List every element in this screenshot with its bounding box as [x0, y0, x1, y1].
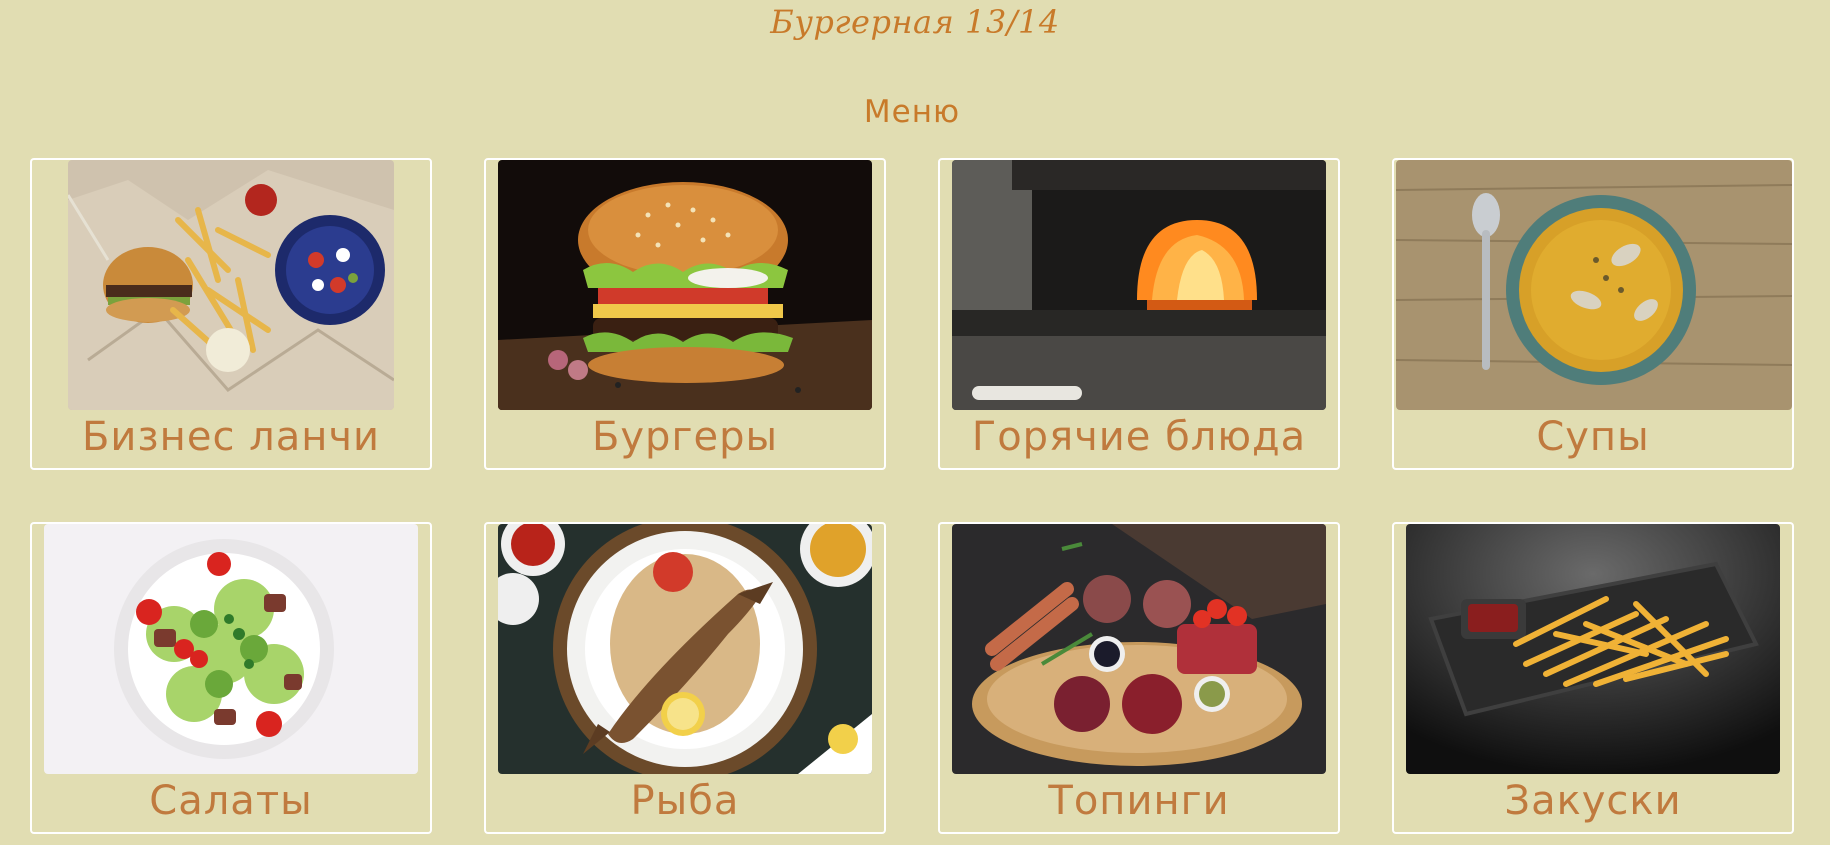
- business-lunch-photo: [68, 160, 394, 410]
- fish-photo: [498, 524, 872, 774]
- toppings-meat-photo: [952, 524, 1326, 774]
- category-label: Топинги: [1048, 778, 1230, 824]
- salad-photo: [44, 524, 418, 774]
- menu-heading: Меню: [863, 94, 961, 130]
- category-card-snacks[interactable]: Закуски: [1392, 522, 1794, 834]
- category-card-toppings[interactable]: Топинги: [938, 522, 1340, 834]
- category-label: Салаты: [149, 778, 313, 824]
- category-card-business-lunch[interactable]: Бизнес ланчи: [30, 158, 432, 470]
- category-label: Супы: [1536, 414, 1650, 460]
- category-card-hot-dishes[interactable]: Горячие блюда: [938, 158, 1340, 470]
- category-card-salads[interactable]: Салаты: [30, 522, 432, 834]
- category-label: Бизнес ланчи: [81, 414, 381, 460]
- category-label: Закуски: [1504, 778, 1682, 824]
- site-title: Бургерная 13/14: [770, 3, 1060, 41]
- category-card-fish[interactable]: Рыба: [484, 522, 886, 834]
- category-grid: Бизнес ланчи Бургеры Горячие блюда Супы …: [30, 158, 1794, 834]
- category-label: Горячие блюда: [971, 414, 1307, 460]
- snacks-fries-photo: [1406, 524, 1780, 774]
- category-card-burgers[interactable]: Бургеры: [484, 158, 886, 470]
- soup-photo: [1396, 160, 1792, 410]
- category-label: Бургеры: [591, 414, 779, 460]
- category-label: Рыба: [630, 778, 740, 824]
- hot-dishes-oven-photo: [952, 160, 1326, 410]
- category-card-soups[interactable]: Супы: [1392, 158, 1794, 470]
- burger-photo: [498, 160, 872, 410]
